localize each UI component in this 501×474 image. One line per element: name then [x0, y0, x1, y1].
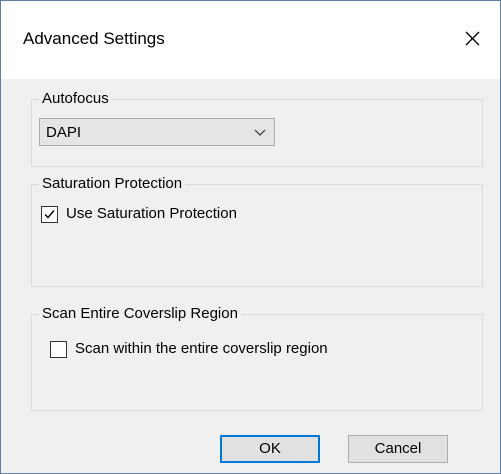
close-button[interactable] [455, 23, 489, 53]
title-bar: Advanced Settings [1, 1, 500, 79]
use-saturation-protection-label[interactable]: Use Saturation Protection [66, 205, 237, 222]
dialog-title: Advanced Settings [23, 29, 165, 48]
autofocus-channel-select[interactable]: DAPI [39, 118, 275, 146]
advanced-settings-dialog: Advanced Settings Autofocus DAPI Saturat… [0, 0, 501, 474]
close-icon [465, 31, 480, 46]
scan-entire-coverslip-label[interactable]: Scan within the entire coverslip region [75, 340, 328, 357]
cancel-button[interactable]: Cancel [348, 435, 448, 463]
use-saturation-protection-checkbox[interactable] [41, 206, 58, 223]
autofocus-group-label: Autofocus [39, 90, 112, 108]
scan-coverslip-group: Scan Entire Coverslip Region [31, 305, 483, 411]
scan-entire-coverslip-checkbox[interactable] [50, 341, 67, 358]
chevron-down-icon [254, 129, 266, 136]
checkmark-icon [44, 210, 55, 219]
use-saturation-protection-option[interactable]: Use Saturation Protection [41, 205, 301, 226]
scan-coverslip-group-label: Scan Entire Coverslip Region [39, 305, 241, 323]
scan-entire-coverslip-option[interactable]: Scan within the entire coverslip region [50, 340, 380, 361]
autofocus-selected-value: DAPI [46, 124, 82, 141]
saturation-protection-group-label: Saturation Protection [39, 175, 186, 193]
saturation-protection-group: Saturation Protection [31, 175, 483, 287]
ok-button[interactable]: OK [220, 435, 320, 463]
